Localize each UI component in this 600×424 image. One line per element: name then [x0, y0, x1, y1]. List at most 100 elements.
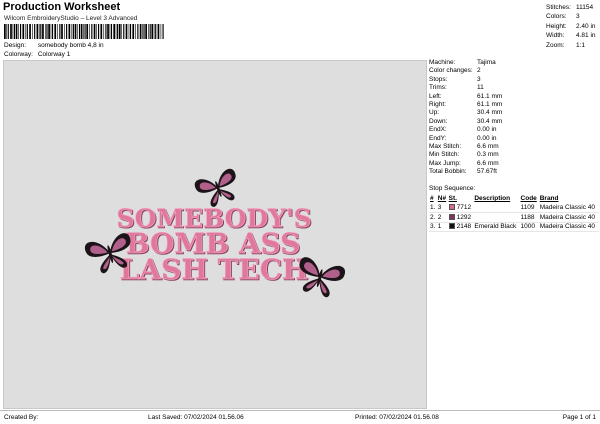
stat-label: Zoom: — [546, 41, 565, 49]
colorway-label: Colorway: — [4, 51, 33, 58]
color-swatch — [448, 204, 455, 210]
design-value: somebody bomb 4,8 in — [37, 42, 104, 49]
barcode-bar — [160, 24, 162, 39]
info-row: Color changes: 2 — [429, 67, 599, 75]
design-row: Design: somebody bomb 4,8 in — [4, 42, 104, 49]
stat-value: 2.40 in — [576, 22, 596, 30]
info-value: 0.3 mm — [477, 151, 499, 159]
barcode-bar — [61, 24, 63, 39]
info-row: Right: 61.1 mm — [429, 101, 599, 109]
barcode-bar — [6, 24, 7, 39]
barcode-bar — [145, 24, 147, 39]
info-value: 30.4 mm — [477, 117, 503, 125]
design-text: SOMEBODY'S BOMB ASS LASH TECH — [116, 204, 312, 287]
barcode-bar — [143, 24, 145, 39]
thread-brand: Madeira Classic 40 — [538, 212, 599, 223]
info-row: Down: 30.4 mm — [429, 118, 599, 126]
barcode-bar — [40, 24, 42, 39]
barcode-bar — [29, 24, 31, 39]
barcode-bar — [59, 24, 61, 39]
barcode-bar — [162, 24, 164, 39]
needle-number: 1 — [436, 222, 448, 232]
barcode-bar — [128, 24, 130, 39]
barcode-bar — [148, 24, 149, 39]
footer-printed: Printed: 07/02/2024 01.56.08 — [355, 414, 439, 421]
stop-sequence-title: Stop Sequence: — [429, 185, 476, 192]
barcode-bar — [91, 24, 93, 39]
column-header: St. — [448, 195, 457, 202]
barcode-bar — [42, 24, 44, 39]
column-header: Description — [474, 195, 511, 202]
barcode-bar — [26, 24, 28, 39]
barcode-bar — [57, 24, 58, 39]
barcode-bar — [64, 24, 65, 39]
footer-last-saved: Last Saved: 07/02/2024 01.56.06 — [148, 414, 244, 421]
colorway-value: Colorway 1 — [37, 51, 71, 58]
info-label: Max Stitch: — [429, 143, 462, 151]
barcode-bar — [22, 24, 25, 39]
info-value: 30.4 mm — [477, 109, 503, 117]
stat-row: Stitches: 11154 — [546, 3, 596, 12]
barcode-bar — [86, 24, 89, 39]
info-value: 3 — [477, 75, 481, 83]
barcode-bar — [71, 24, 73, 39]
barcode — [4, 24, 164, 39]
barcode-bar — [98, 24, 100, 39]
barcode-bar — [103, 24, 105, 39]
barcode-bar — [96, 24, 97, 39]
barcode-bar — [72, 24, 74, 39]
thread-code: 1109 — [519, 203, 539, 213]
thread-description: Emerald Black — [473, 222, 520, 232]
barcode-bar — [13, 24, 15, 39]
color-swatch — [448, 213, 455, 220]
info-label: Right: — [429, 101, 446, 109]
barcode-bar — [129, 24, 132, 39]
barcode-bar — [32, 24, 33, 39]
info-value: 2 — [477, 67, 481, 75]
stat-label: Width: — [546, 32, 565, 40]
info-label: Total Bobbin: — [429, 168, 467, 176]
barcode-bar — [135, 24, 136, 39]
barcode-bar — [83, 24, 84, 39]
info-row: EndX: 0.00 in — [429, 126, 599, 134]
barcode-bar — [132, 24, 135, 39]
barcode-bar — [153, 24, 155, 39]
table-row: 1. 3 7712 1109 Madeira Classic 40 — [429, 203, 599, 213]
barcode-bar — [18, 24, 19, 39]
color-swatch — [448, 223, 455, 230]
barcode-bar — [100, 24, 103, 39]
barcode-bar — [105, 24, 107, 39]
info-label: Min Stitch: — [429, 151, 460, 159]
info-label: Max Jump: — [429, 159, 461, 167]
thread-brand: Madeira Classic 40 — [538, 203, 599, 213]
barcode-bar — [38, 24, 40, 39]
colorway-row: Colorway: Colorway 1 — [4, 51, 70, 58]
footer: Created By: Last Saved: 07/02/2024 01.56… — [0, 410, 600, 424]
barcode-bar — [137, 24, 139, 39]
barcode-bar — [107, 24, 109, 39]
info-row: Total Bobbin: 57.67ft — [429, 168, 599, 176]
barcode-bar — [113, 24, 116, 39]
barcode-bar — [121, 24, 122, 39]
stitch-count-value: 1292 — [456, 213, 472, 221]
thread-brand: Madeira Classic 40 — [538, 222, 599, 232]
barcode-bar — [123, 24, 125, 39]
info-label: Trims: — [429, 84, 447, 92]
info-value: 6.6 mm — [477, 159, 499, 167]
stitch-count: 7712 — [447, 203, 474, 213]
stat-row: Zoom: 1:1 — [546, 41, 596, 50]
column-header: Code — [520, 195, 537, 202]
barcode-bar — [7, 24, 9, 39]
barcode-bar — [20, 24, 22, 39]
stop-number: 1. — [429, 203, 437, 213]
thread-code: 1188 — [519, 212, 539, 223]
info-value: 61.1 mm — [477, 92, 503, 100]
page-title: Production Worksheet — [3, 1, 121, 13]
barcode-bar — [117, 24, 119, 39]
stop-number: 3. — [429, 222, 437, 232]
stitch-count-value: 7712 — [456, 204, 472, 211]
software-name: Wilcom EmbroideryStudio – Level 3 Advanc… — [4, 15, 138, 22]
stop-number: 2. — [429, 212, 437, 223]
info-row: EndY: 0.00 in — [429, 135, 599, 143]
info-label: Left: — [429, 92, 442, 100]
